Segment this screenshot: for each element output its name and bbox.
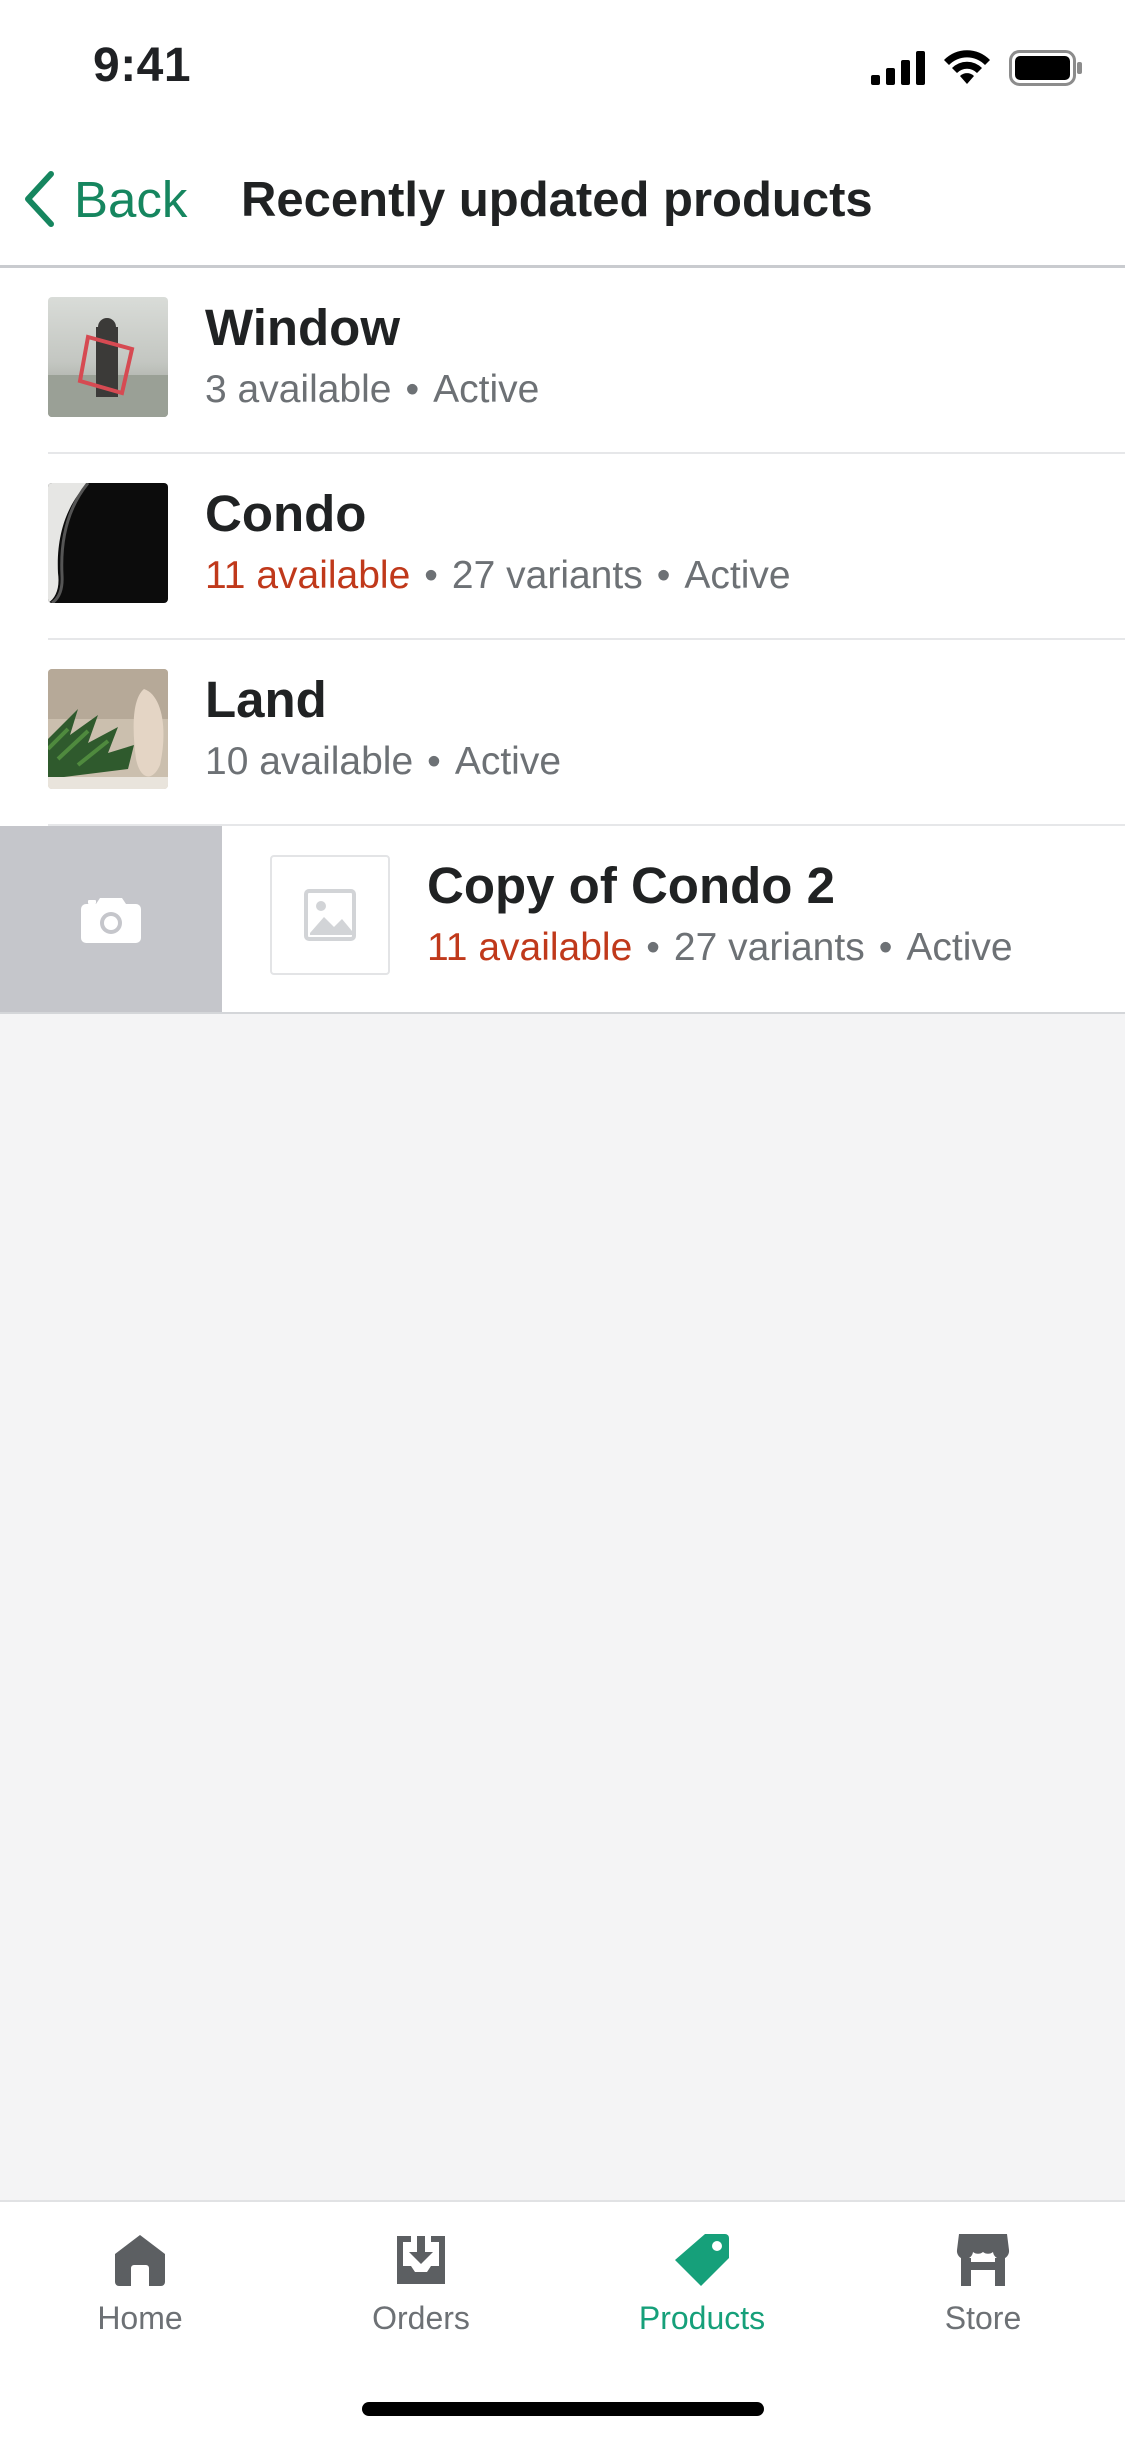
product-list: Window 3 available • Active Condo 11 avail… xyxy=(0,268,1125,1014)
tab-orders[interactable]: Orders xyxy=(321,2232,521,2337)
product-row-condo[interactable]: Condo 11 available • 27 variants • Active xyxy=(0,454,1125,640)
swiped-row-content[interactable]: Copy of Condo 2 11 available • 27 variants… xyxy=(222,826,1125,1012)
back-button[interactable]: Back xyxy=(22,168,187,230)
back-label: Back xyxy=(74,170,188,228)
inventory-count: 3 available xyxy=(205,368,392,411)
product-title: Condo xyxy=(205,485,367,542)
home-icon xyxy=(115,2235,165,2286)
product-status: Active xyxy=(684,554,791,597)
product-row-land[interactable]: Land 10 available • Active xyxy=(0,640,1125,826)
product-status: Active xyxy=(906,926,1013,969)
tab-label: Home xyxy=(97,2300,183,2336)
tab-label: Products xyxy=(638,2300,766,2336)
tab-products[interactable]: Products xyxy=(602,2232,802,2337)
tab-home[interactable]: Home xyxy=(40,2232,240,2337)
product-title: Land xyxy=(205,671,327,728)
camera-icon xyxy=(81,898,141,943)
product-meta: 11 available • 27 variants • Active xyxy=(205,554,791,597)
add-photo-swipe-button[interactable] xyxy=(0,826,222,1012)
product-meta: 3 available • Active xyxy=(205,368,540,411)
home-indicator xyxy=(362,2402,764,2416)
tab-label: Orders xyxy=(372,2300,470,2336)
product-title: Window xyxy=(205,299,400,356)
inventory-count-warning: 11 available xyxy=(205,554,411,597)
image-placeholder-icon xyxy=(304,889,356,941)
status-icons xyxy=(871,50,1083,86)
tag-icon xyxy=(675,2234,729,2286)
status-time: 9:41 xyxy=(93,39,192,92)
store-icon xyxy=(956,2234,1010,2286)
product-row-copy-of-condo-2[interactable]: Copy of Condo 2 11 available • 27 variants… xyxy=(0,826,1125,1014)
navigation-bar: Back Recently updated products xyxy=(0,132,1125,268)
product-meta: 10 available • Active xyxy=(205,740,562,783)
inventory-count-warning: 11 available xyxy=(427,926,633,969)
chevron-left-icon xyxy=(25,171,54,227)
tab-label: Store xyxy=(944,2300,1022,2336)
page-title: Recently updated products xyxy=(241,173,873,227)
product-thumbnail xyxy=(48,297,168,417)
tab-store[interactable]: Store xyxy=(883,2232,1083,2337)
product-status: Active xyxy=(454,740,562,783)
product-row-window[interactable]: Window 3 available • Active xyxy=(0,268,1125,454)
variant-count: 27 variants xyxy=(673,926,865,969)
image-placeholder-thumbnail xyxy=(270,855,390,975)
inventory-count: 10 available xyxy=(205,740,414,783)
battery-icon xyxy=(1009,50,1082,86)
wifi-icon xyxy=(944,50,990,84)
product-meta: 11 available • 27 variants • Active xyxy=(427,926,1013,969)
product-status: Active xyxy=(433,368,540,411)
product-thumbnail xyxy=(48,669,168,789)
variant-count: 27 variants xyxy=(451,554,643,597)
product-title: Copy of Condo 2 xyxy=(427,857,835,914)
product-thumbnail xyxy=(48,483,168,603)
status-bar: 9:41 xyxy=(0,0,1125,132)
orders-icon xyxy=(397,2236,445,2284)
signal-icon xyxy=(871,51,925,85)
